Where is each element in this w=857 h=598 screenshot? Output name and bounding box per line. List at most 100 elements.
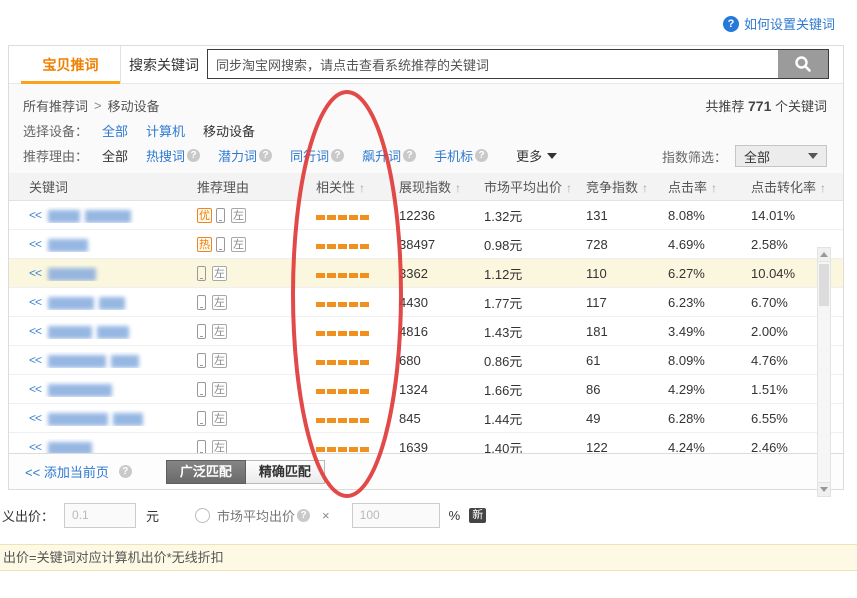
redacted-keyword — [99, 297, 125, 310]
mobile-device-icon — [197, 382, 206, 397]
add-keyword-link[interactable]: << — [29, 440, 41, 453]
sort-arrow-icon[interactable]: ↑ — [359, 181, 365, 195]
redacted-keyword — [48, 297, 94, 310]
add-keyword-link[interactable]: << — [29, 295, 41, 309]
add-keyword-link[interactable]: << — [29, 324, 41, 338]
device-option-all[interactable]: 全部 — [102, 121, 128, 140]
reason-option-rising[interactable]: 飙升词? — [362, 146, 416, 165]
broad-match-button[interactable]: 广泛匹配 — [166, 460, 246, 484]
bid-price-input[interactable] — [64, 503, 136, 528]
tab-search-keywords[interactable]: 搜索关键词 — [121, 46, 207, 83]
add-keyword-link[interactable]: << — [29, 353, 41, 367]
reason-option-hot[interactable]: 热搜词? — [146, 146, 200, 165]
breadcrumb-current: 移动设备 — [108, 96, 160, 115]
exact-match-button[interactable]: 精确匹配 — [246, 460, 325, 484]
redacted-keyword — [48, 355, 106, 368]
relevance-bar — [327, 447, 336, 452]
competition-cell: 122 — [586, 440, 668, 454]
relevance-bars — [316, 411, 399, 426]
keyword-cell: << — [29, 207, 197, 222]
sort-arrow-icon[interactable]: ↑ — [820, 181, 826, 195]
reason-filter-label: 推荐理由： — [23, 146, 88, 165]
column-header-4[interactable]: 市场平均出价↑ — [484, 177, 586, 196]
match-type-toggle: 广泛匹配 精确匹配 — [166, 460, 325, 484]
cvr-cell: 14.01% — [751, 208, 843, 223]
index-filter-label: 指数筛选： — [662, 147, 727, 166]
breadcrumb-root[interactable]: 所有推荐词 — [23, 96, 88, 115]
ctr-cell: 6.28% — [668, 411, 751, 426]
keyword-search-input[interactable] — [208, 50, 778, 78]
keyword-cell: << — [29, 439, 197, 453]
column-header-5[interactable]: 竞争指数↑ — [586, 177, 668, 196]
tab-baobei-tuici[interactable]: 宝贝推词 — [21, 46, 121, 83]
more-dropdown[interactable]: 更多 — [516, 146, 557, 165]
help-icon[interactable]: ? — [475, 149, 488, 162]
help-icon[interactable]: ? — [331, 149, 344, 162]
add-keyword-link[interactable]: << — [29, 411, 41, 425]
bid-settings-row: 义出价： 元 市场平均出价 ? × % 新 — [0, 500, 486, 530]
column-header-6[interactable]: 点击率↑ — [668, 177, 751, 196]
sort-arrow-icon[interactable]: ↑ — [455, 181, 461, 195]
ctr-cell: 8.09% — [668, 353, 751, 368]
relevance-bar — [360, 447, 369, 452]
relevance-bars — [316, 266, 399, 281]
index-filter-select[interactable]: 全部 — [735, 145, 827, 167]
impressions-cell: 4816 — [399, 324, 484, 339]
relevance-bars — [316, 440, 399, 454]
relevance-bars — [316, 353, 399, 368]
column-label: 关键词 — [29, 180, 68, 195]
reason-option-peer[interactable]: 同行词? — [290, 146, 344, 165]
add-current-page-link[interactable]: << 添加当前页 — [25, 462, 109, 481]
vertical-scrollbar[interactable] — [817, 247, 831, 497]
scrollbar-thumb[interactable] — [819, 264, 829, 306]
redacted-keyword — [48, 239, 88, 252]
help-icon[interactable]: ? — [403, 149, 416, 162]
device-option-computer[interactable]: 计算机 — [146, 121, 185, 140]
scroll-down-button[interactable] — [818, 482, 830, 496]
reason-option-mobile-tag[interactable]: 手机标? — [434, 146, 488, 165]
keyword-cell: << — [29, 236, 197, 251]
how-to-set-keywords-link[interactable]: ? 如何设置关键词 — [723, 14, 835, 33]
table-row: <<左8451.44元496.28%6.55% — [9, 404, 843, 433]
sort-arrow-icon[interactable]: ↑ — [642, 181, 648, 195]
add-keyword-link[interactable]: << — [29, 382, 41, 396]
redacted-keyword — [113, 413, 143, 426]
bid-percent-input[interactable] — [352, 503, 440, 528]
column-header-2[interactable]: 相关性↑ — [316, 177, 399, 196]
sort-arrow-icon[interactable]: ↑ — [711, 181, 717, 195]
add-keyword-link[interactable]: << — [29, 266, 41, 280]
redacted-keyword — [97, 326, 129, 339]
mobile-device-icon — [197, 266, 206, 281]
device-filter-row: 选择设备： 全部 计算机 移动设备 — [23, 118, 827, 143]
search-button[interactable] — [778, 50, 828, 78]
reason-cell: 左 — [197, 439, 316, 453]
device-option-mobile-selected[interactable]: 移动设备 — [203, 121, 255, 140]
avg-price-cell: 1.40元 — [484, 438, 586, 454]
market-avg-price-radio[interactable] — [195, 508, 210, 523]
relevance-bar — [338, 418, 347, 423]
column-header-7[interactable]: 点击转化率↑ — [751, 177, 843, 196]
keyword-cell: << — [29, 352, 197, 367]
reason-option-all-selected[interactable]: 全部 — [102, 146, 128, 165]
relevance-bar — [338, 360, 347, 365]
competition-cell: 61 — [586, 353, 668, 368]
scroll-up-button[interactable] — [818, 248, 830, 262]
relevance-bar — [338, 244, 347, 249]
relevance-bar — [349, 418, 358, 423]
competition-cell: 181 — [586, 324, 668, 339]
help-icon[interactable]: ? — [187, 149, 200, 162]
mobile-device-icon — [197, 353, 206, 368]
help-icon[interactable]: ? — [297, 509, 310, 522]
add-keyword-link[interactable]: << — [29, 237, 41, 251]
reason-option-potential[interactable]: 潜力词? — [218, 146, 272, 165]
help-icon[interactable]: ? — [259, 149, 272, 162]
reason-option-label: 同行词 — [290, 146, 329, 165]
help-icon[interactable]: ? — [119, 465, 132, 478]
column-header-3[interactable]: 展现指数↑ — [399, 177, 484, 196]
relevance-bar — [349, 244, 358, 249]
relevance-bar — [349, 447, 358, 452]
add-keyword-link[interactable]: << — [29, 208, 41, 222]
sort-arrow-icon[interactable]: ↑ — [566, 181, 572, 195]
relevance-bar — [349, 302, 358, 307]
mobile-device-icon — [197, 324, 206, 339]
